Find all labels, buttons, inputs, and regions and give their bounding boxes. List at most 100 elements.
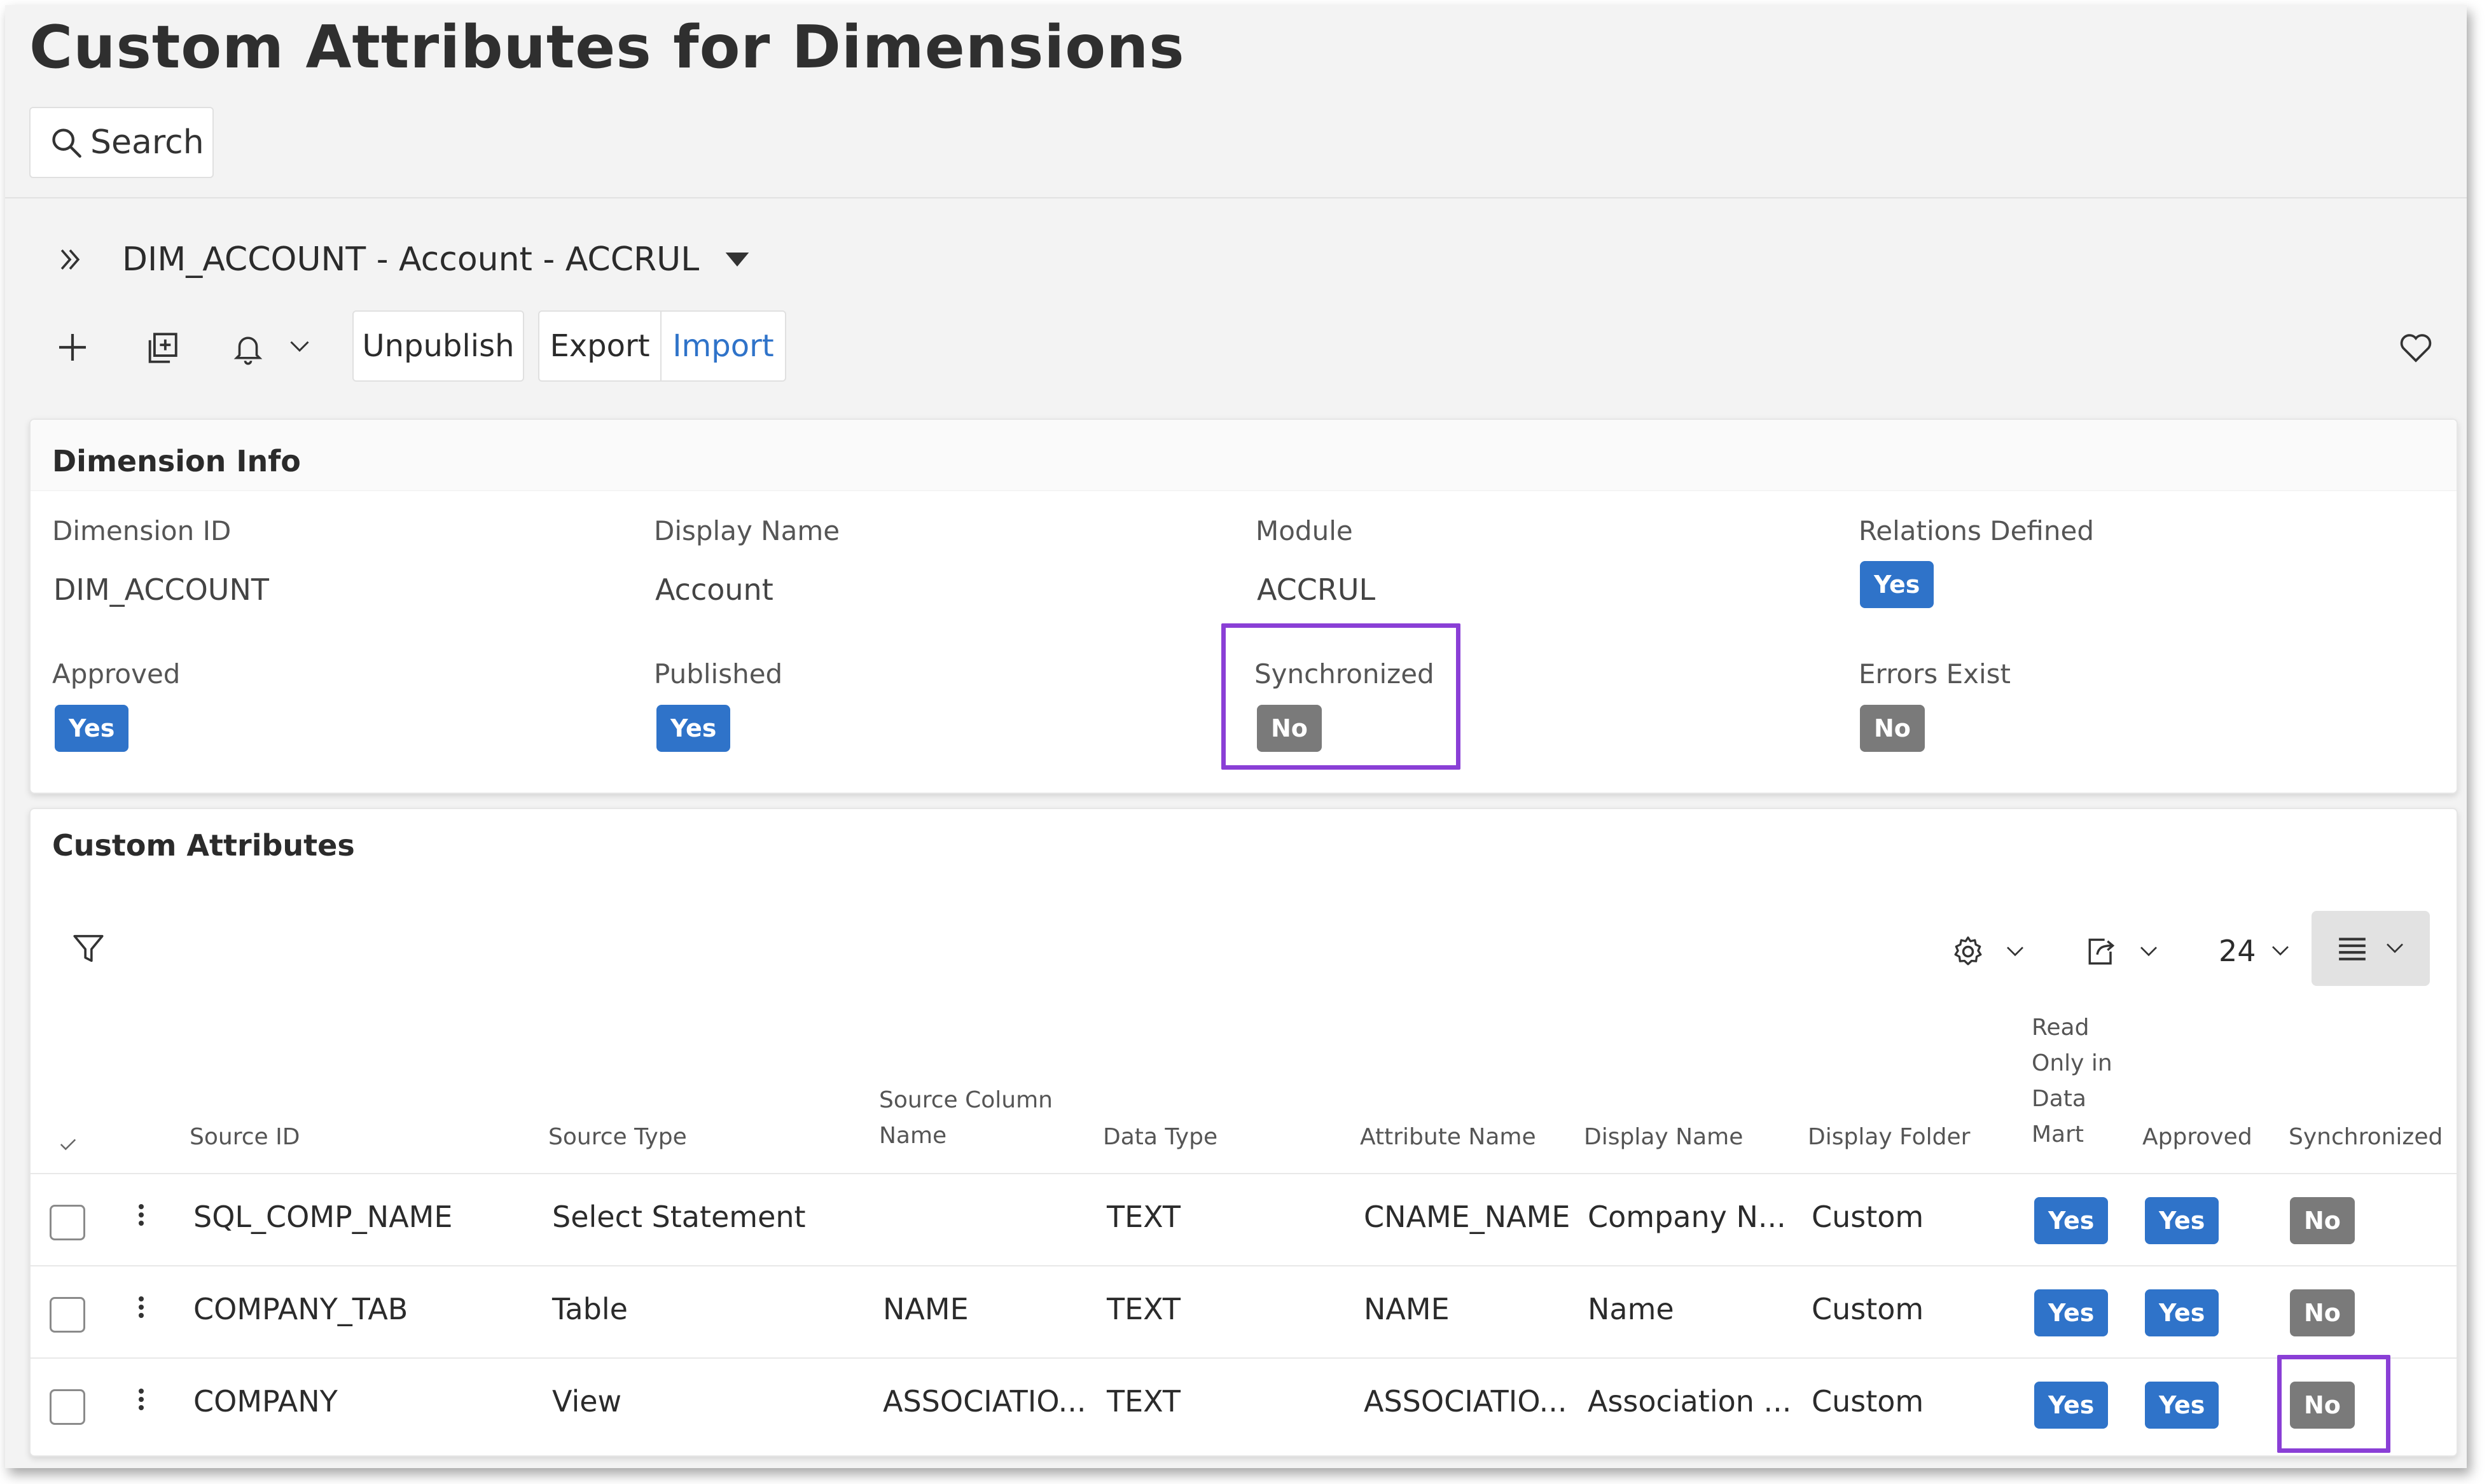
synchronized-badge: No (2290, 1197, 2355, 1244)
export-icon (2088, 938, 2115, 965)
dimension-info-title: Dimension Info (52, 444, 301, 478)
published-badge: Yes (656, 705, 731, 752)
col-header-read-only-line4: Mart (2032, 1121, 2084, 1148)
gear-icon (1954, 936, 1982, 966)
cell-source-column-name: ASSOCIATIO... (883, 1384, 1086, 1418)
app-window: Custom Attributes for Dimensions Search … (5, 5, 2467, 1468)
cell-source-type: Select Statement (552, 1200, 806, 1234)
cell-display-name: Name (1588, 1292, 1674, 1326)
col-header-synchronized[interactable]: Synchronized (2289, 1120, 2443, 1155)
row-checkbox[interactable] (50, 1297, 85, 1333)
col-header-attribute-name[interactable]: Attribute Name (1360, 1120, 1536, 1155)
chevron-down-icon[interactable] (288, 338, 311, 355)
cell-data-type: TEXT (1107, 1200, 1181, 1234)
search-icon (52, 128, 81, 158)
dimension-id-value: DIM_ACCOUNT (53, 572, 269, 607)
duplicate-icon[interactable] (144, 329, 181, 366)
approved-label: Approved (52, 658, 181, 690)
approved-badge: Yes (2145, 1197, 2219, 1244)
list-density-icon (2339, 938, 2366, 960)
approved-badge: Yes (2145, 1289, 2219, 1336)
kebab-menu-icon[interactable] (134, 1385, 149, 1424)
chevron-down-icon (2007, 947, 2023, 957)
table-row[interactable]: COMPANY_TAB Table NAME TEXT NAME Name Cu… (31, 1265, 2457, 1357)
table-row[interactable]: COMPANY View ASSOCIATIO... TEXT ASSOCIAT… (31, 1355, 2457, 1453)
published-label: Published (654, 658, 783, 690)
heart-icon[interactable] (2398, 331, 2434, 364)
display-name-label: Display Name (654, 515, 840, 546)
dimension-info-card: Dimension Info Dimension ID DIM_ACCOUNT … (29, 419, 2458, 794)
command-toolbar: Unpublish Export Import (5, 310, 2467, 387)
table-row[interactable]: SQL_COMP_NAME Select Statement TEXT CNAM… (31, 1173, 2457, 1265)
page-header: Custom Attributes for Dimensions Search (5, 5, 2467, 198)
col-header-source-column-name[interactable]: Source Column Name (879, 1083, 1053, 1154)
cell-source-type: View (552, 1384, 622, 1418)
import-button[interactable]: Import (660, 312, 785, 380)
list-density-button[interactable] (2312, 911, 2430, 986)
col-header-read-only-line1: Read (2032, 1015, 2090, 1041)
read-only-badge: Yes (2034, 1382, 2109, 1429)
col-header-display-folder[interactable]: Display Folder (1808, 1120, 1970, 1155)
cell-display-name: Association ... (1588, 1384, 1792, 1418)
filter-icon[interactable] (70, 930, 107, 967)
module-value: ACCRUL (1257, 572, 1376, 607)
col-header-source-column-line1: Source Column (879, 1087, 1053, 1113)
kebab-menu-icon[interactable] (134, 1293, 149, 1331)
record-selector: DIM_ACCOUNT - Account - ACCRUL (56, 234, 751, 285)
cell-source-id: COMPANY_TAB (193, 1292, 408, 1326)
export-import-group: Export Import (538, 310, 786, 382)
synchronized-label: Synchronized (1254, 658, 1434, 690)
export-grid-button[interactable] (2084, 934, 2159, 969)
errors-exist-badge: No (1860, 705, 1925, 752)
chevron-down-icon (2387, 943, 2403, 954)
relations-defined-label: Relations Defined (1859, 515, 2094, 546)
search-label: Search (90, 123, 204, 162)
col-header-data-type[interactable]: Data Type (1103, 1120, 1217, 1155)
cell-display-folder: Custom (1812, 1292, 1924, 1326)
card-header (31, 420, 2457, 491)
relations-defined-badge: Yes (1860, 561, 1934, 608)
row-checkbox[interactable] (50, 1205, 85, 1240)
export-button[interactable]: Export (539, 312, 660, 380)
display-name-value: Account (655, 572, 773, 607)
col-header-read-only-in-data-mart[interactable]: Read Only in Data Mart (2032, 1010, 2112, 1153)
plus-icon[interactable] (55, 329, 90, 365)
cell-source-id: SQL_COMP_NAME (193, 1200, 453, 1234)
approved-badge: Yes (55, 705, 129, 752)
caret-down-icon[interactable] (723, 250, 751, 269)
col-header-approved[interactable]: Approved (2142, 1120, 2252, 1155)
unpublish-button[interactable]: Unpublish (352, 310, 524, 382)
cell-display-folder: Custom (1812, 1200, 1924, 1234)
page-size-value: 24 (2219, 934, 2256, 968)
cell-display-name: Company N... (1588, 1200, 1786, 1234)
col-header-read-only-line2: Only in (2032, 1050, 2112, 1076)
search-button[interactable]: Search (29, 107, 214, 178)
col-header-display-name[interactable]: Display Name (1584, 1120, 1743, 1155)
select-all-checkmark-icon[interactable] (59, 1127, 78, 1163)
chevron-down-icon (2271, 946, 2289, 956)
record-label: DIM_ACCOUNT - Account - ACCRUL (122, 240, 700, 279)
chevron-down-icon (2140, 947, 2157, 957)
module-label: Module (1256, 515, 1353, 546)
read-only-badge: Yes (2034, 1289, 2109, 1336)
cell-data-type: TEXT (1107, 1384, 1181, 1418)
cell-source-type: Table (552, 1292, 628, 1326)
page-title: Custom Attributes for Dimensions (29, 13, 1185, 81)
cell-attribute-name: NAME (1364, 1292, 1450, 1326)
custom-attributes-card: Custom Attributes 24 Source ID Source Ty… (29, 808, 2458, 1457)
synchronized-badge: No (2290, 1382, 2355, 1429)
col-header-source-type[interactable]: Source Type (548, 1120, 687, 1155)
synchronized-badge: No (1257, 705, 1322, 752)
custom-attributes-title: Custom Attributes (52, 828, 355, 863)
bell-icon[interactable] (231, 329, 265, 366)
kebab-menu-icon[interactable] (134, 1201, 149, 1239)
cell-attribute-name: CNAME_NAME (1364, 1200, 1570, 1234)
synchronized-badge: No (2290, 1289, 2355, 1336)
row-checkbox[interactable] (50, 1389, 85, 1425)
double-chevron-right-icon[interactable] (56, 246, 84, 274)
cell-attribute-name: ASSOCIATIO... (1364, 1384, 1567, 1418)
page-size-select[interactable]: 24 (2219, 934, 2291, 968)
cell-display-folder: Custom (1812, 1384, 1924, 1418)
column-settings-button[interactable] (1950, 934, 2025, 969)
col-header-source-id[interactable]: Source ID (190, 1120, 300, 1155)
